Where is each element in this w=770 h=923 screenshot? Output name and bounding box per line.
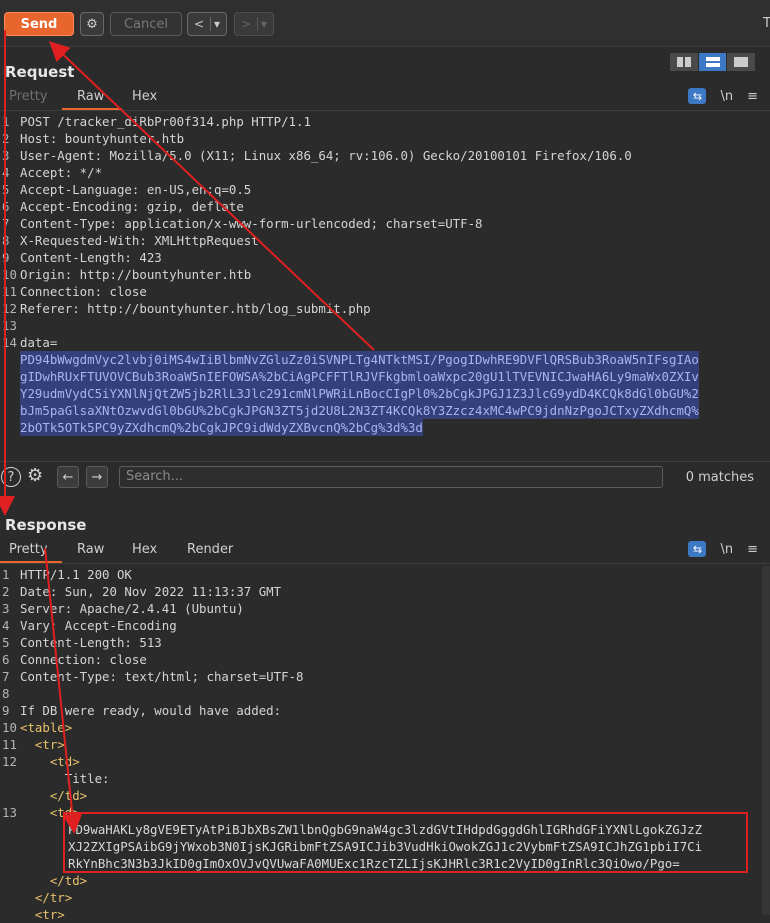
arrow-to-send: [49, 41, 375, 351]
annotation-arrows: [0, 30, 375, 834]
arrow-to-result: [44, 547, 83, 834]
